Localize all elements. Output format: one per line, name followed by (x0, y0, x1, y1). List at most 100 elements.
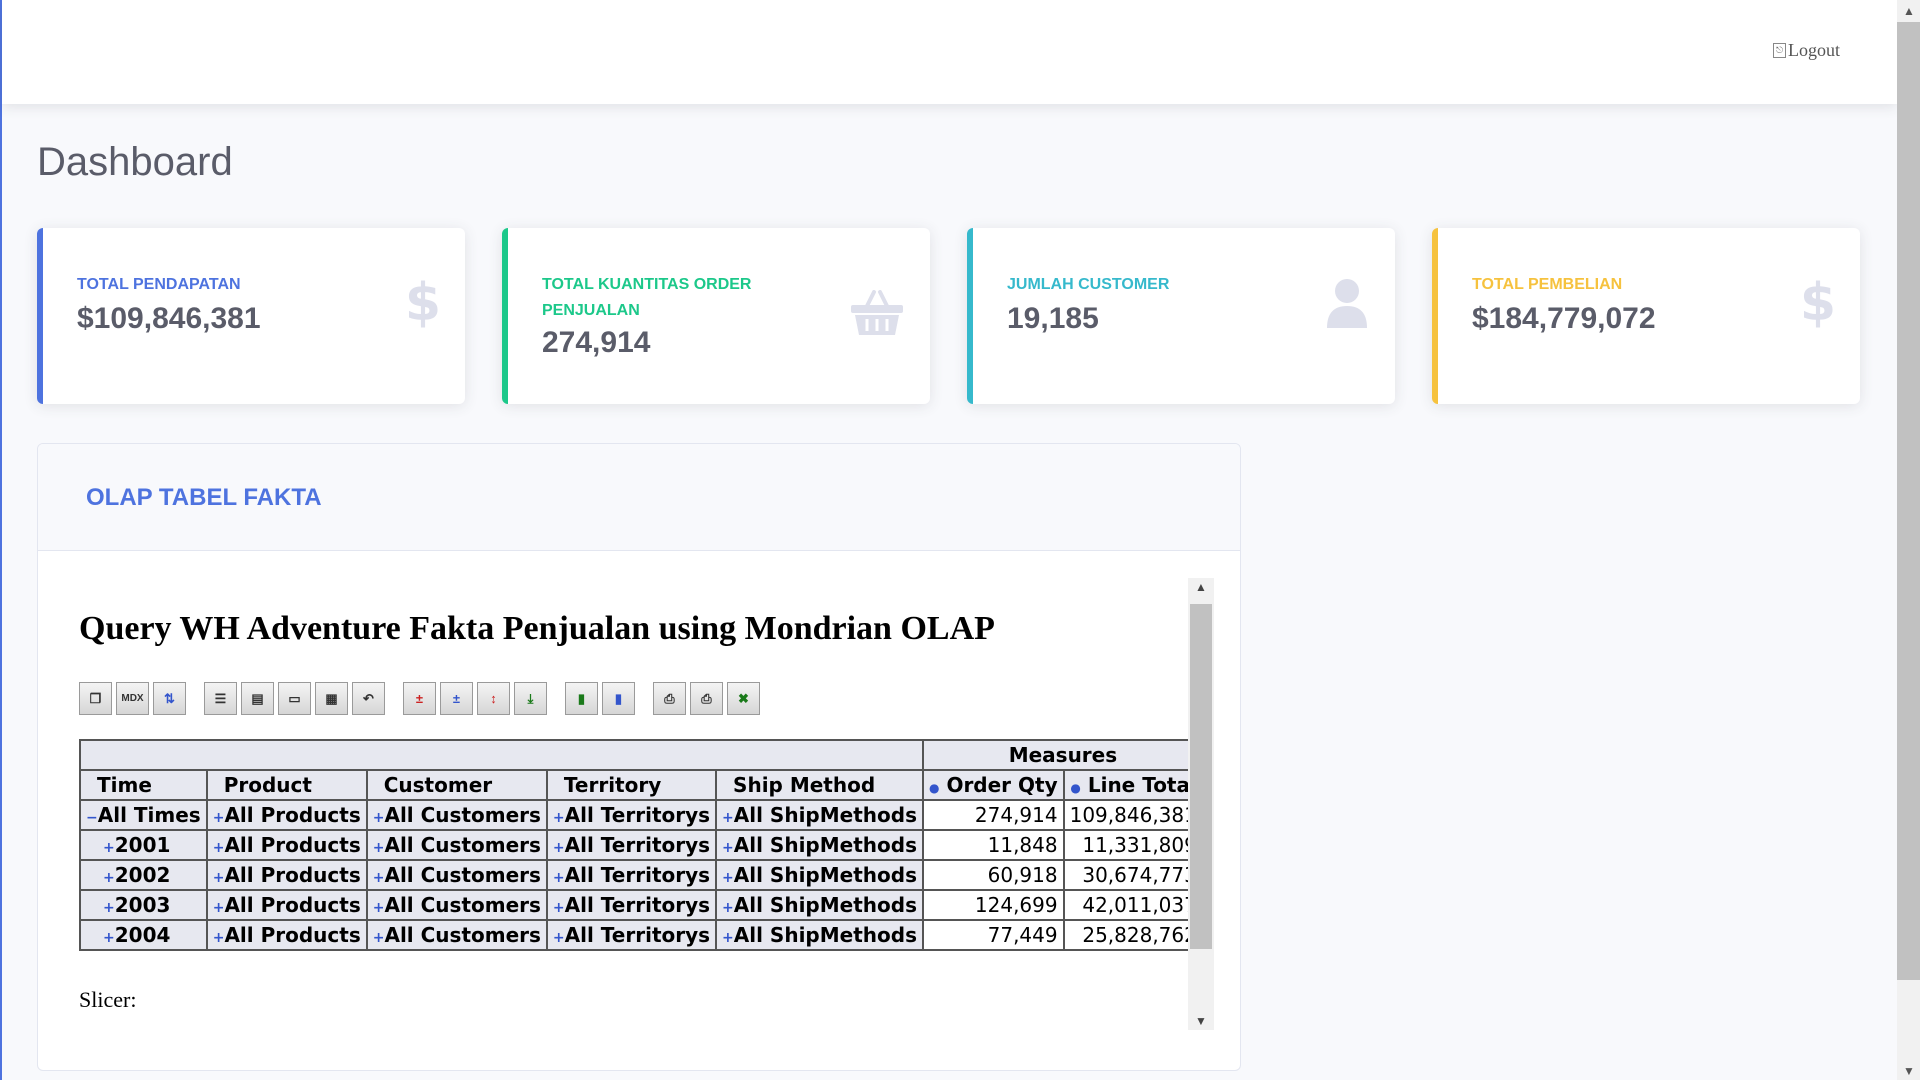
territory-cell[interactable]: +All Territorys (545, 919, 718, 951)
ship-method-cell[interactable]: +All ShipMethods (715, 889, 924, 921)
territory-cell[interactable]: +All Territorys (545, 859, 718, 891)
expand-icon[interactable]: + (722, 840, 734, 856)
time-cell[interactable]: +2001 (79, 829, 208, 861)
logout-link[interactable]: ⎋ Logout (1773, 40, 1840, 61)
expand-icon[interactable]: + (722, 930, 734, 946)
time-cell[interactable]: +2002 (79, 859, 208, 891)
scroll-up-arrow-icon[interactable]: ▲ (1195, 580, 1207, 594)
drill-member-icon[interactable]: ± (403, 682, 436, 715)
ship-method-cell[interactable]: +All ShipMethods (715, 799, 924, 831)
column-header-order-qty[interactable]: ● Order Qty (921, 769, 1065, 801)
basket-icon (850, 290, 904, 341)
sort-icon[interactable]: ⇅ (153, 682, 186, 715)
page-title: Dashboard (37, 140, 233, 184)
expand-icon[interactable]: + (553, 810, 565, 826)
customer-cell[interactable]: +All Customers (365, 829, 548, 861)
show-parent-icon[interactable]: ☰ (204, 682, 237, 715)
time-cell[interactable]: +2003 (79, 889, 208, 921)
cube-navigator-icon[interactable]: ❐ (79, 682, 112, 715)
time-label: 2004 (114, 923, 171, 947)
product-cell[interactable]: +All Products (205, 859, 368, 891)
column-header-line-total[interactable]: ● Line Total (1062, 769, 1204, 801)
sort-dot-icon[interactable]: ● (929, 781, 939, 795)
customer-cell[interactable]: +All Customers (365, 889, 548, 921)
territory-label: All Territorys (564, 893, 711, 917)
scroll-down-arrow-icon[interactable]: ▼ (1195, 1014, 1207, 1028)
expand-icon[interactable]: + (103, 870, 115, 886)
measures-header[interactable]: Measures (921, 739, 1204, 771)
table-header-blank (79, 739, 924, 771)
customer-cell[interactable]: +All Customers (365, 859, 548, 891)
time-label: 2001 (114, 833, 171, 857)
time-cell[interactable]: −All Times (79, 799, 208, 831)
expand-icon[interactable]: + (373, 840, 385, 856)
territory-label: All Territorys (564, 833, 711, 857)
territory-cell[interactable]: +All Territorys (545, 889, 718, 921)
expand-icon[interactable]: + (213, 840, 225, 856)
expand-icon[interactable]: + (373, 870, 385, 886)
expand-icon[interactable]: + (553, 870, 565, 886)
ship-method-label: All ShipMethods (733, 893, 917, 917)
hide-spans-icon[interactable]: ▤ (241, 682, 274, 715)
ship-method-cell[interactable]: +All ShipMethods (715, 919, 924, 951)
expand-icon[interactable]: + (103, 900, 115, 916)
query-title: Query WH Adventure Fakta Penjualan using… (79, 610, 995, 647)
drill-through-icon[interactable]: ⤓ (514, 682, 547, 715)
territory-cell[interactable]: +All Territorys (545, 799, 718, 831)
expand-icon[interactable]: + (103, 930, 115, 946)
page-scrollbar[interactable]: ▲ ▼ (1897, 0, 1920, 1080)
customer-cell[interactable]: +All Customers (365, 919, 548, 951)
page-scrollbar-thumb[interactable] (1897, 22, 1920, 980)
expand-icon[interactable]: + (722, 870, 734, 886)
card-label: TOTAL PEMBELIAN (1472, 276, 1623, 293)
product-cell[interactable]: +All Products (205, 889, 368, 921)
frame-scrollbar-thumb[interactable] (1190, 604, 1212, 949)
ship-method-label: All ShipMethods (733, 923, 917, 947)
product-cell[interactable]: +All Products (205, 829, 368, 861)
expand-icon[interactable]: + (103, 840, 115, 856)
time-cell[interactable]: +2004 (79, 919, 208, 951)
expand-icon[interactable]: + (373, 810, 385, 826)
table-row: +2001 +All Products +All Customers +All … (79, 829, 1204, 861)
expand-icon[interactable]: + (213, 870, 225, 886)
expand-icon[interactable]: + (213, 900, 225, 916)
expand-icon[interactable]: + (553, 840, 565, 856)
drill-position-icon[interactable]: ± (440, 682, 473, 715)
expand-icon[interactable]: + (722, 900, 734, 916)
frame-scrollbar[interactable]: ▲ ▼ (1188, 578, 1214, 1030)
expand-icon[interactable]: + (213, 930, 225, 946)
expand-icon[interactable]: + (553, 900, 565, 916)
table-row: −All Times +All Products +All Customers … (79, 799, 1204, 831)
dollar-icon: $ (1800, 273, 1836, 333)
ship-method-cell[interactable]: +All ShipMethods (715, 829, 924, 861)
suppress-empty-icon[interactable]: ▦ (315, 682, 348, 715)
scroll-down-arrow-icon[interactable]: ▼ (1903, 1064, 1915, 1078)
card-value: 274,914 (542, 326, 651, 359)
scroll-up-arrow-icon[interactable]: ▲ (1903, 4, 1915, 18)
column-header-product: Product (205, 769, 368, 801)
sort-dot-icon[interactable]: ● (1070, 781, 1080, 795)
expand-icon[interactable]: + (553, 930, 565, 946)
print-config-icon[interactable]: ⎙ (653, 682, 686, 715)
print-pdf-icon[interactable]: ⎙ (690, 682, 723, 715)
customer-cell[interactable]: +All Customers (365, 799, 548, 831)
card-total-kuantitas-order: TOTAL KUANTITAS ORDER PENJUALAN 274,914 (502, 228, 930, 404)
product-cell[interactable]: +All Products (205, 799, 368, 831)
expand-icon[interactable]: + (213, 810, 225, 826)
expand-icon[interactable]: + (373, 900, 385, 916)
territory-cell[interactable]: +All Territorys (545, 829, 718, 861)
collapse-icon[interactable]: − (86, 810, 98, 826)
show-properties-icon[interactable]: ▭ (278, 682, 311, 715)
expand-icon[interactable]: + (722, 810, 734, 826)
chart-config-icon[interactable]: ▮ (602, 682, 635, 715)
svg-text:$: $ (407, 276, 439, 328)
ship-method-cell[interactable]: +All ShipMethods (715, 859, 924, 891)
swap-axes-icon[interactable]: ↶ (352, 682, 385, 715)
time-label: 2003 (114, 893, 171, 917)
export-excel-icon[interactable]: ✖ (727, 682, 760, 715)
drill-replace-icon[interactable]: ↕ (477, 682, 510, 715)
expand-icon[interactable]: + (373, 930, 385, 946)
mdx-editor-icon[interactable]: MDX (116, 682, 149, 715)
product-cell[interactable]: +All Products (205, 919, 368, 951)
show-chart-icon[interactable]: ▮ (565, 682, 598, 715)
